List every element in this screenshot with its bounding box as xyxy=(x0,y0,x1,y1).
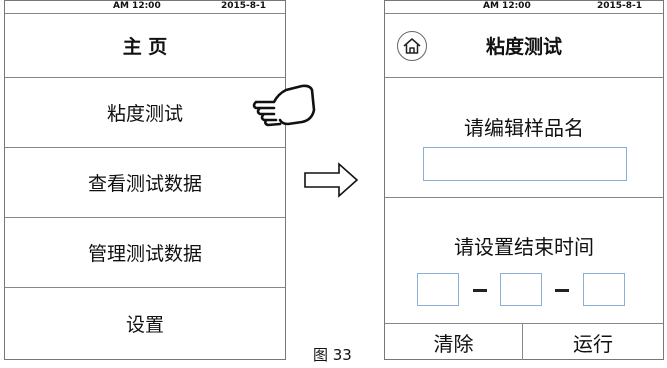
run-button[interactable]: 运行 xyxy=(523,323,663,360)
status-bar: AM 12:00 2015-8-1 xyxy=(385,1,663,13)
figure-caption: 图 33 xyxy=(313,346,352,364)
status-time: AM 12:00 xyxy=(483,1,531,11)
clear-button-label: 清除 xyxy=(433,331,474,356)
home-icon xyxy=(403,38,421,54)
home-button[interactable] xyxy=(397,31,427,61)
menu-item-label: 查看测试数据 xyxy=(87,173,202,195)
status-date: 2015-8-1 xyxy=(221,1,267,11)
page-title-text: 主 页 xyxy=(122,36,168,58)
right-arrow-icon xyxy=(304,162,359,198)
viscosity-test-screen: AM 12:00 2015-8-1 粘度测试 请编辑样品名 请设置结束时间 清除… xyxy=(384,0,664,360)
menu-item-view-data[interactable]: 查看测试数据 xyxy=(5,147,285,217)
sample-name-input[interactable] xyxy=(423,147,627,181)
dash-separator xyxy=(555,289,569,292)
menu-item-label: 管理测试数据 xyxy=(87,243,202,265)
run-button-label: 运行 xyxy=(573,331,613,356)
dash-separator xyxy=(473,289,487,292)
menu-item-settings[interactable]: 设置 xyxy=(5,287,285,359)
end-time-hour-input[interactable] xyxy=(417,273,459,306)
clear-button[interactable]: 清除 xyxy=(385,323,523,360)
page-title: 主 页 xyxy=(5,13,285,77)
main-screen: AM 12:00 2015-8-1 主 页 粘度测试 查看测试数据 管理测试数据… xyxy=(4,0,286,360)
menu-item-manage-data[interactable]: 管理测试数据 xyxy=(5,217,285,287)
status-bar: AM 12:00 2015-8-1 xyxy=(5,1,285,13)
status-time: AM 12:00 xyxy=(113,1,161,11)
menu-item-viscosity-test[interactable]: 粘度测试 xyxy=(5,77,285,147)
menu-item-label: 粘度测试 xyxy=(106,103,183,125)
pointing-hand-icon xyxy=(252,84,316,127)
end-time-second-input[interactable] xyxy=(583,273,625,306)
end-time-minute-input[interactable] xyxy=(500,273,542,306)
menu-item-label: 设置 xyxy=(125,314,164,336)
sample-name-prompt: 请编辑样品名 xyxy=(464,116,584,140)
status-date: 2015-8-1 xyxy=(597,1,643,11)
end-time-prompt: 请设置结束时间 xyxy=(454,235,594,259)
page-title-text: 粘度测试 xyxy=(485,36,562,58)
